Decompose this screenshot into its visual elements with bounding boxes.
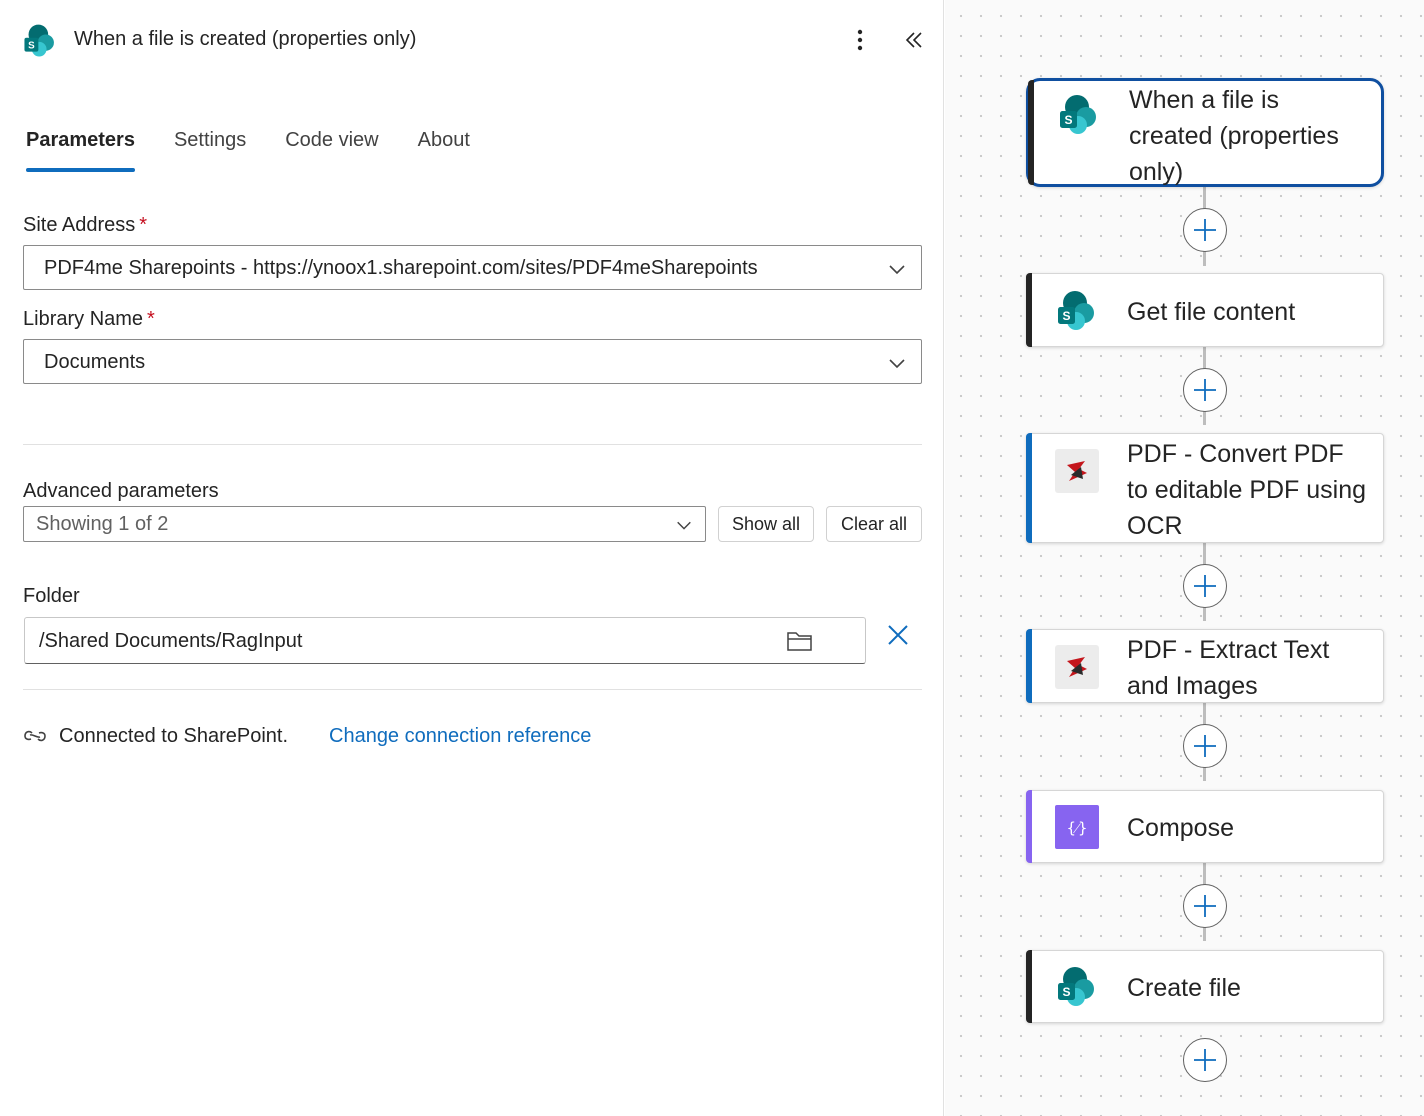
required-marker: * bbox=[139, 214, 148, 236]
library-name-value: Documents bbox=[44, 351, 146, 373]
sharepoint-icon bbox=[1055, 965, 1099, 1009]
library-name-label: Library Name * bbox=[23, 308, 155, 330]
sharepoint-icon bbox=[1055, 289, 1099, 333]
flow-step-create-file[interactable]: Create file bbox=[1026, 950, 1384, 1023]
flow-step-extract-text-images[interactable]: PDF - Extract Text and Images bbox=[1026, 629, 1384, 703]
step-stripe bbox=[1026, 273, 1032, 347]
step-label: Compose bbox=[1127, 814, 1234, 842]
connection-status: Connected to SharePoint. bbox=[59, 725, 289, 747]
plus-icon bbox=[1194, 735, 1216, 757]
show-all-button[interactable]: Show all bbox=[718, 506, 814, 542]
tab-about[interactable]: About bbox=[418, 128, 470, 174]
chevron-down-icon bbox=[887, 259, 907, 279]
step-stripe bbox=[1026, 950, 1032, 1023]
browse-folder-button[interactable] bbox=[785, 626, 815, 656]
plus-icon bbox=[1194, 219, 1216, 241]
folder-label: Folder bbox=[23, 585, 80, 607]
step-stripe bbox=[1026, 790, 1032, 863]
step-stripe bbox=[1028, 80, 1034, 185]
divider bbox=[23, 689, 922, 690]
collapse-panel-button[interactable] bbox=[900, 26, 928, 54]
step-stripe bbox=[1026, 629, 1032, 703]
folder-field bbox=[24, 617, 866, 664]
plus-icon bbox=[1194, 1049, 1216, 1071]
advanced-parameters-label: Advanced parameters bbox=[23, 480, 219, 502]
close-icon bbox=[888, 625, 908, 645]
plus-icon bbox=[1194, 895, 1216, 917]
tab-settings[interactable]: Settings bbox=[174, 128, 246, 174]
library-name-dropdown[interactable]: Documents bbox=[23, 339, 922, 384]
insert-step-button[interactable] bbox=[1183, 368, 1227, 412]
flow-step-compose[interactable]: Compose bbox=[1026, 790, 1384, 863]
link-icon bbox=[24, 730, 46, 742]
step-label: Create file bbox=[1127, 974, 1241, 1002]
insert-step-button[interactable] bbox=[1183, 564, 1227, 608]
chevron-down-icon bbox=[887, 353, 907, 373]
site-address-label: Site Address * bbox=[23, 214, 148, 236]
advanced-parameters-value: Showing 1 of 2 bbox=[36, 513, 169, 535]
clear-all-button[interactable]: Clear all bbox=[826, 506, 922, 542]
step-label: PDF - Extract Text and Images bbox=[1127, 636, 1330, 700]
site-address-dropdown[interactable]: PDF4me Sharepoints - https://ynoox1.shar… bbox=[23, 245, 922, 290]
flow-step-get-file-content[interactable]: Get file content bbox=[1026, 273, 1384, 347]
folder-icon bbox=[787, 632, 812, 651]
pdf4me-icon bbox=[1055, 449, 1099, 493]
flow-step-trigger[interactable]: When a file is created (properties only) bbox=[1026, 78, 1384, 187]
compose-icon bbox=[1055, 805, 1099, 849]
double-chevron-left-icon bbox=[905, 32, 922, 48]
chevron-down-icon bbox=[675, 516, 693, 534]
panel-tabs: Parameters Settings Code view About bbox=[26, 128, 509, 174]
more-vertical-icon bbox=[857, 29, 863, 51]
flow-step-convert-pdf-ocr[interactable]: PDF - Convert PDF to editable PDF using … bbox=[1026, 433, 1384, 543]
more-options-button[interactable] bbox=[846, 26, 874, 54]
divider bbox=[23, 444, 922, 445]
sharepoint-icon bbox=[1057, 93, 1101, 137]
sharepoint-icon bbox=[22, 22, 58, 60]
step-label: Get file content bbox=[1127, 298, 1296, 326]
folder-input[interactable] bbox=[39, 628, 779, 654]
tab-code-view[interactable]: Code view bbox=[285, 128, 378, 174]
tab-parameters[interactable]: Parameters bbox=[26, 128, 135, 174]
insert-step-button[interactable] bbox=[1183, 724, 1227, 768]
step-label: PDF - Convert PDF to editable PDF using … bbox=[1127, 440, 1367, 540]
add-step-button[interactable] bbox=[1183, 1038, 1227, 1082]
insert-step-button[interactable] bbox=[1183, 884, 1227, 928]
remove-folder-button[interactable] bbox=[884, 621, 912, 649]
step-stripe bbox=[1026, 433, 1032, 543]
site-address-value: PDF4me Sharepoints - https://ynoox1.shar… bbox=[44, 257, 758, 279]
required-marker: * bbox=[147, 308, 155, 330]
panel-title: When a file is created (properties only) bbox=[74, 28, 417, 50]
insert-step-button[interactable] bbox=[1183, 208, 1227, 252]
advanced-parameters-select[interactable]: Showing 1 of 2 bbox=[23, 506, 706, 542]
pdf4me-icon bbox=[1055, 645, 1099, 689]
plus-icon bbox=[1194, 379, 1216, 401]
change-connection-link[interactable]: Change connection reference bbox=[329, 725, 591, 748]
step-label: When a file is created (properties only) bbox=[1129, 86, 1339, 186]
plus-icon bbox=[1194, 575, 1216, 597]
details-panel: When a file is created (properties only)… bbox=[0, 0, 944, 1116]
